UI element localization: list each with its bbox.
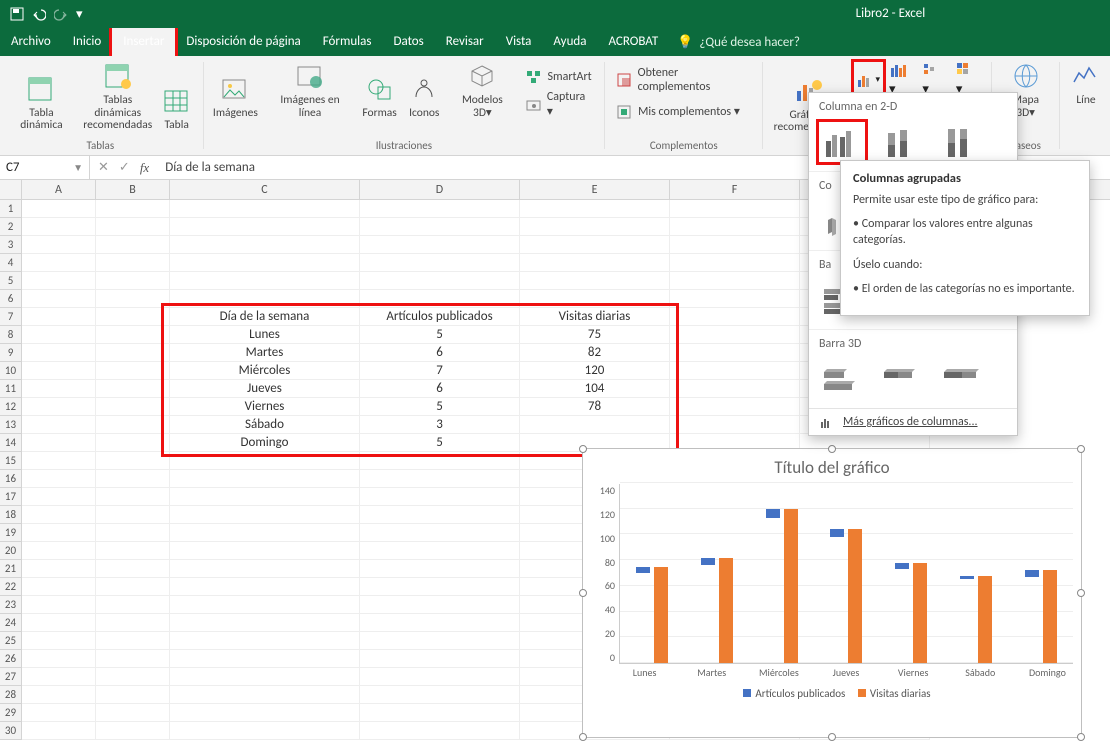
cell-reference: C7	[6, 160, 20, 175]
legend-series-2: Visitas diarias	[870, 687, 931, 700]
more-charts-label: Más gráficos de columnas...	[843, 415, 978, 429]
screenshot-button[interactable]: Captura ▾	[520, 88, 598, 121]
quick-access-toolbar: ▾	[0, 7, 83, 22]
cancel-icon[interactable]: ✕	[98, 160, 109, 175]
tooltip-bullet-2: • El orden de las categorías no es impor…	[853, 281, 1077, 297]
tooltip-title: Columnas agrupadas	[853, 171, 1077, 186]
qat-customize-icon[interactable]: ▾	[76, 7, 83, 22]
tab-formulas[interactable]: Fórmulas	[312, 28, 383, 56]
chart-type-tooltip: Columnas agrupadas Permite usar este tip…	[840, 160, 1090, 316]
tab-help[interactable]: Ayuda	[542, 28, 597, 56]
3d-100-stacked-bar-option[interactable]	[939, 359, 985, 399]
group-label-tables: Tablas	[86, 137, 114, 155]
fx-icon[interactable]: fx	[140, 160, 149, 176]
chart-plot-area[interactable]	[619, 484, 1073, 664]
gallery-section-bar3d: Barra 3D	[809, 335, 1017, 355]
images-button[interactable]: Imágenes	[210, 73, 262, 122]
bulb-icon: 💡	[677, 35, 693, 50]
title-bar: ▾ Libro2 - Excel	[0, 0, 1110, 28]
recommended-pivot-button[interactable]: Tablas dinámicas recomendadas	[83, 60, 153, 134]
document-title: Libro2 - Excel	[856, 0, 926, 28]
100-stacked-column-option[interactable]	[939, 122, 985, 162]
tell-me-label: ¿Qué desea hacer?	[699, 35, 800, 50]
chart-y-axis: 140120100806040200	[591, 484, 619, 664]
online-images-button[interactable]: Imágenes en línea	[265, 60, 355, 121]
tab-layout[interactable]: Disposición de página	[175, 28, 311, 56]
menu-bar: Archivo Inicio Insertar Disposición de p…	[0, 28, 1110, 56]
get-addins-label: Obtener complementos	[638, 66, 751, 94]
tooltip-line-1: Permite usar este tipo de gráfico para:	[853, 192, 1077, 208]
icons-button[interactable]: Iconos	[404, 73, 444, 122]
3d-stacked-bar-option[interactable]	[879, 359, 925, 399]
smartart-label: SmartArt	[547, 70, 591, 84]
tooltip-line-2: Úselo cuando:	[853, 257, 1077, 273]
gallery-section-2d: Columna en 2-D	[809, 98, 1017, 118]
sparkline-button[interactable]: Líne	[1066, 60, 1106, 109]
capture-label: Captura ▾	[547, 90, 592, 119]
tab-file[interactable]: Archivo	[0, 28, 62, 56]
tab-home[interactable]: Inicio	[62, 28, 112, 56]
group-label-addins: Complementos	[650, 137, 718, 155]
chevron-down-icon: ▼	[73, 161, 83, 174]
save-icon[interactable]	[10, 7, 24, 21]
tooltip-bullet-1: • Comparar los valores entre algunas cat…	[853, 216, 1077, 248]
clustered-column-option[interactable]	[819, 122, 865, 162]
my-addins-label: Mis complementos ▾	[638, 104, 740, 119]
3d-clustered-bar-option[interactable]	[819, 359, 865, 399]
chart-title[interactable]: Título del gráfico	[583, 449, 1081, 484]
enter-icon[interactable]: ✓	[119, 160, 130, 175]
tab-acrobat[interactable]: ACROBAT	[597, 28, 669, 56]
legend-series-1: Artículos publicados	[755, 687, 845, 700]
chart-x-axis: LunesMartesMiércolesJuevesViernesSábadoD…	[583, 664, 1081, 683]
group-label-illustrations: Ilustraciones	[376, 137, 432, 155]
pivot-table-button[interactable]: Tabla dinámica	[4, 73, 79, 134]
table-button[interactable]: Tabla	[157, 85, 197, 134]
select-all-corner[interactable]	[0, 180, 21, 200]
name-box[interactable]: C7 ▼	[0, 156, 90, 179]
3d-models-button[interactable]: Modelos 3D▾	[448, 60, 516, 121]
redo-icon[interactable]	[54, 7, 68, 21]
tell-me-search[interactable]: 💡 ¿Qué desea hacer?	[669, 35, 808, 50]
formula-tools: ✕ ✓ fx	[90, 160, 157, 176]
tab-review[interactable]: Revisar	[435, 28, 495, 56]
chart-legend[interactable]: Artículos publicados Visitas diarias	[583, 683, 1081, 708]
smartart-button[interactable]: SmartArt	[520, 68, 598, 86]
undo-icon[interactable]	[32, 7, 46, 21]
tab-data[interactable]: Datos	[382, 28, 434, 56]
more-column-charts-button[interactable]: Más gráficos de columnas...	[809, 408, 1017, 435]
get-addins-button[interactable]: Obtener complementos	[611, 64, 756, 96]
tab-view[interactable]: Vista	[495, 28, 543, 56]
my-addins-button[interactable]: Mis complementos ▾	[611, 102, 756, 121]
chart-object[interactable]: Título del gráfico 140120100806040200 Lu…	[582, 448, 1082, 738]
stacked-column-option[interactable]	[879, 122, 925, 162]
shapes-button[interactable]: Formas	[359, 73, 400, 122]
tab-insert[interactable]: Insertar	[112, 28, 175, 56]
